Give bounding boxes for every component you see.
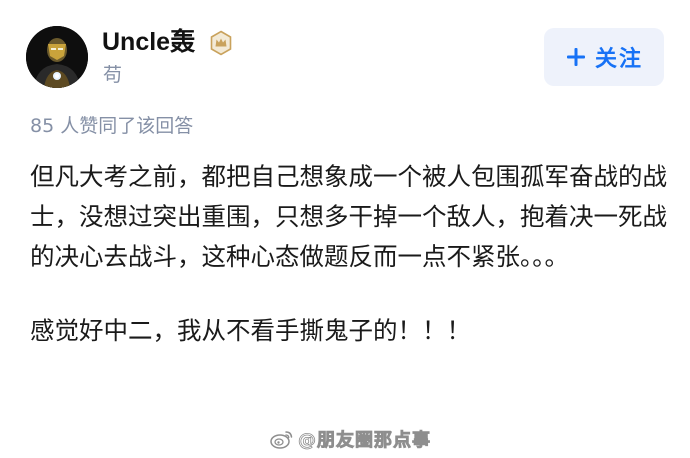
follow-button[interactable]: 关注 bbox=[544, 28, 664, 86]
answer-paragraph: 感觉好中二，我从不看手撕鬼子的！！！ bbox=[30, 316, 471, 345]
plus-icon bbox=[566, 48, 585, 66]
avatar[interactable] bbox=[26, 26, 88, 88]
answer-paragraph: 但凡大考之前，都把自己想象成一个被人包围孤军奋战的战士，没想过突出重围，只想多干… bbox=[30, 162, 667, 271]
author-name[interactable]: Uncle轰 bbox=[102, 26, 195, 58]
iron-man-avatar-icon bbox=[26, 26, 88, 88]
author-subtitle: 苟 bbox=[103, 64, 123, 86]
crown-badge-icon bbox=[210, 30, 232, 56]
answer-body: 但凡大考之前，都把自己想象成一个被人包围孤军奋战的战士，没想过突出重围，只想多干… bbox=[30, 157, 670, 351]
answer-card: Uncle轰 苟 关注 85 人赞同了该回答 但凡大考之前，都把自己想象成一个被… bbox=[0, 0, 690, 458]
weibo-icon bbox=[270, 431, 293, 449]
watermark-text: @朋友圈那点事 bbox=[298, 430, 431, 452]
follow-button-label: 关注 bbox=[594, 47, 643, 72]
likes-count[interactable]: 85 人赞同了该回答 bbox=[30, 113, 193, 139]
watermark: @朋友圈那点事 bbox=[270, 426, 431, 452]
